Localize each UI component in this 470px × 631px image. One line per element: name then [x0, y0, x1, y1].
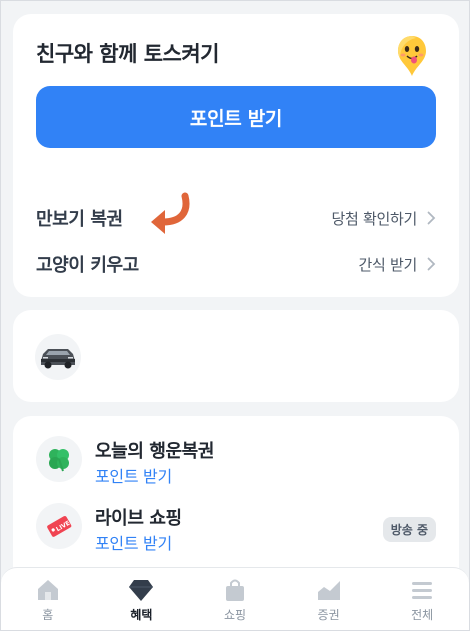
benefit-title: 라이브 쇼핑	[95, 508, 182, 529]
smiley-face-icon	[398, 36, 426, 76]
row-label: 고양이 키우고	[36, 255, 139, 276]
clover-icon	[36, 436, 82, 482]
chart-icon	[317, 581, 340, 600]
benefit-subtitle[interactable]: 포인트 받기	[95, 530, 172, 554]
invite-title: 친구와 함께 토스켜기	[36, 42, 220, 66]
invite-card: 친구와 함께 토스켜기 포인트 받기 만보기 복권 당첨 확인하기 고양이 키우…	[13, 14, 459, 297]
tab-home[interactable]: 홈	[1, 568, 95, 630]
live-tag-icon: LIVE	[36, 503, 82, 549]
bottom-tab-bar: 홈 혜택 쇼핑 증권 전체	[1, 567, 469, 630]
menu-icon	[412, 582, 433, 599]
row-label: 만보기 복권	[36, 209, 123, 230]
row-pedometer-lottery[interactable]: 만보기 복권 당첨 확인하기	[36, 201, 436, 235]
live-status-badge: 방송 중	[382, 517, 436, 542]
car-icon	[35, 334, 81, 380]
row-action-label: 간식 받기	[358, 255, 418, 274]
benefit-subtitle[interactable]: 포인트 받기	[95, 463, 172, 487]
tab-label: 혜택	[130, 608, 153, 622]
shopping-bag-icon	[225, 579, 244, 601]
chevron-right-icon	[427, 257, 436, 271]
benefit-live-shopping[interactable]: LIVE 라이브 쇼핑 포인트 받기 방송 중	[36, 503, 436, 553]
row-action[interactable]: 당첨 확인하기	[332, 208, 436, 229]
row-action-label: 당첨 확인하기	[331, 209, 418, 228]
tab-stocks[interactable]: 증권	[282, 568, 376, 630]
row-action[interactable]: 간식 받기	[359, 254, 436, 275]
curved-arrow-icon	[151, 192, 190, 234]
tab-label: 전체	[411, 608, 434, 622]
get-points-button[interactable]: 포인트 받기	[36, 86, 436, 148]
row-cat-raising[interactable]: 고양이 키우고 간식 받기	[36, 247, 436, 281]
tab-benefits[interactable]: 혜택	[95, 568, 189, 630]
car-card[interactable]	[13, 310, 459, 402]
tab-all[interactable]: 전체	[375, 568, 469, 630]
tab-shopping[interactable]: 쇼핑	[188, 568, 282, 630]
tab-label: 쇼핑	[223, 608, 247, 622]
home-icon	[37, 580, 58, 600]
chevron-right-icon	[427, 211, 436, 225]
benefit-title: 오늘의 행운복권	[95, 441, 214, 462]
tab-label: 홈	[42, 608, 54, 622]
benefit-lucky-lottery[interactable]: 오늘의 행운복권 포인트 받기	[36, 436, 436, 486]
tab-label: 증권	[317, 608, 340, 622]
gem-icon	[129, 580, 154, 601]
